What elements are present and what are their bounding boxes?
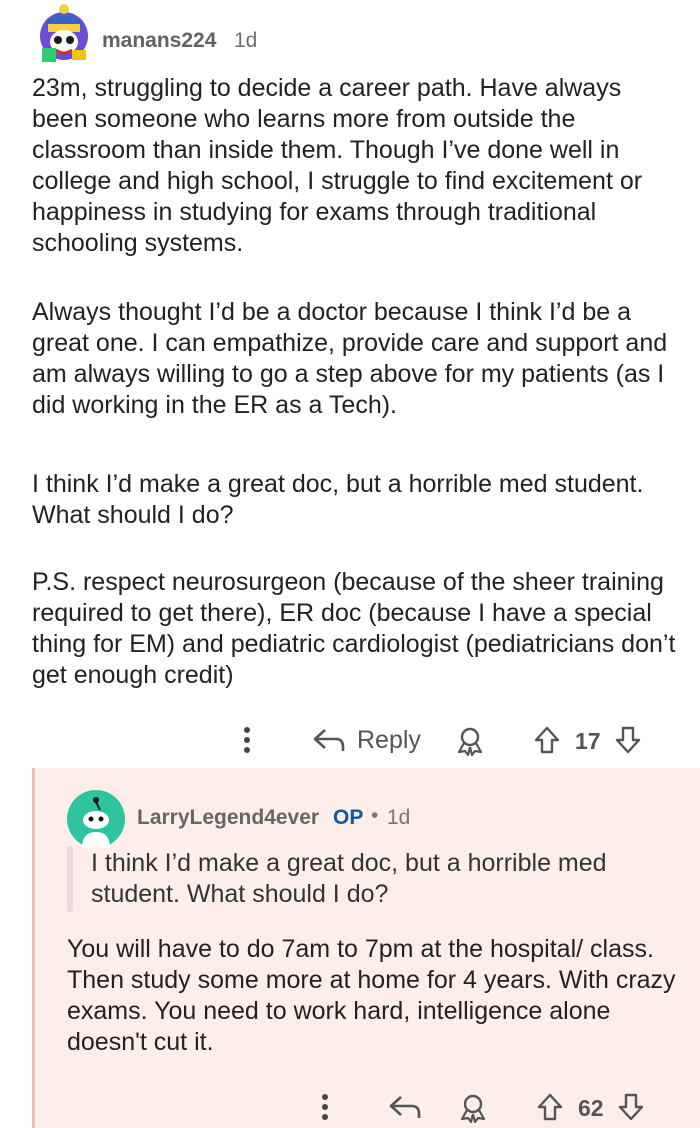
comment-age: 1d (234, 29, 258, 52)
reply-comment: LarryLegend4ever OP • 1d I think I’d mak… (32, 768, 700, 1128)
reply-arrow-icon[interactable] (388, 1094, 422, 1120)
reply-button[interactable]: Reply (357, 726, 421, 755)
reply-username[interactable]: LarryLegend4ever (137, 806, 319, 830)
reply-actions: 62 (3, 1086, 700, 1126)
comment-vote-count: 17 (575, 728, 601, 754)
downvote-arrow-icon[interactable] (617, 1092, 645, 1122)
quote-bar (67, 846, 73, 912)
reply-age: 1d (387, 806, 411, 829)
op-badge: OP (333, 806, 364, 829)
comment-paragraph-1: 23m, struggling to decide a career path.… (32, 74, 643, 257)
reply-body: You will have to do 7am to 7pm at the ho… (67, 935, 676, 1056)
reply-vote-count: 62 (578, 1095, 604, 1121)
reply-arrow-icon[interactable] (312, 727, 346, 753)
user-avatar[interactable] (34, 4, 92, 64)
downvote-arrow-icon[interactable] (614, 725, 642, 755)
upvote-arrow-icon[interactable] (536, 1092, 564, 1122)
more-vertical-icon[interactable] (240, 725, 254, 755)
upvote-arrow-icon[interactable] (533, 725, 561, 755)
comment-paragraph-2: Always thought I’d be a doctor because I… (32, 298, 668, 419)
comment-actions: Reply 17 (0, 719, 700, 759)
quoted-text: I think I’d make a great doc, but a horr… (91, 849, 607, 908)
award-icon[interactable] (458, 1093, 488, 1123)
more-vertical-icon[interactable] (318, 1092, 332, 1122)
comment-paragraph-3: I think I’d make a great doc, but a horr… (32, 470, 644, 529)
comment-paragraph-4: P.S. respect neurosurgeon (because of th… (32, 568, 676, 689)
comment-username[interactable]: manans224 (102, 29, 216, 53)
reply-avatar[interactable] (67, 790, 125, 848)
separator-dot: • (371, 804, 379, 827)
award-icon[interactable] (455, 726, 485, 756)
